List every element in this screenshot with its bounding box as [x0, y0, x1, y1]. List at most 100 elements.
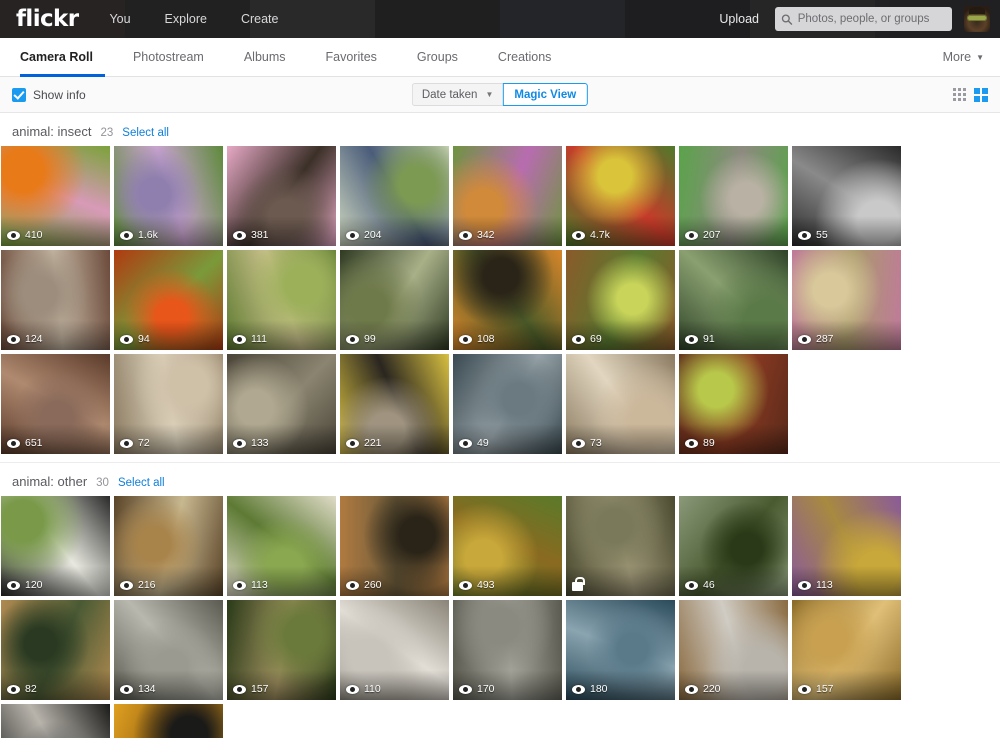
view-count-label: 91 — [703, 333, 715, 345]
photo-tile[interactable]: 111 — [227, 250, 336, 350]
view-count-label: 221 — [364, 437, 382, 449]
show-info-toggle[interactable]: Show info — [12, 87, 86, 102]
photo-tile[interactable]: 1.6k — [114, 146, 223, 246]
photo-tile[interactable]: 99 — [340, 250, 449, 350]
photo-tile[interactable]: 82 — [1, 600, 110, 700]
photo-tile[interactable]: 342 — [453, 146, 562, 246]
photo-tile[interactable]: 73 — [566, 354, 675, 454]
eye-icon — [7, 230, 20, 240]
tab-favorites[interactable]: Favorites — [306, 38, 397, 76]
view-count-badge: 72 — [120, 437, 150, 449]
view-count-label: 342 — [477, 229, 495, 241]
section-title: animal: insect — [12, 124, 92, 139]
nav-explore[interactable]: Explore — [148, 0, 224, 38]
eye-icon — [120, 580, 133, 590]
photo-tile[interactable]: 49 — [453, 354, 562, 454]
view-count-badge: 91 — [685, 333, 715, 345]
grid-large-icon[interactable] — [974, 87, 988, 102]
view-count-badge: 49 — [459, 437, 489, 449]
nav-create[interactable]: Create — [224, 0, 296, 38]
photo-tile[interactable]: 134 — [114, 600, 223, 700]
view-count-label: 72 — [138, 437, 150, 449]
view-count-badge: 157 — [233, 683, 269, 695]
photo-tile[interactable]: 124 — [1, 250, 110, 350]
camera-roll-content: animal: insect 23 Select all 410 1.6k 381 204 3… — [0, 113, 1000, 738]
photo-tile[interactable]: 170 — [453, 600, 562, 700]
grid-small-icon[interactable] — [953, 88, 966, 101]
view-count-label: 134 — [138, 683, 156, 695]
view-count-label: 113 — [816, 579, 833, 591]
photo-tile[interactable]: 493 — [453, 496, 562, 596]
photo-tile[interactable]: 364 — [114, 704, 223, 738]
photo-tile[interactable]: 94 — [114, 250, 223, 350]
view-count-badge: 204 — [346, 229, 382, 241]
view-count-badge: 410 — [7, 229, 43, 241]
photo-tile[interactable]: 221 — [340, 354, 449, 454]
upload-button[interactable]: Upload — [703, 0, 775, 38]
photo-section: animal: insect 23 Select all 410 1.6k 381 204 3… — [0, 113, 1000, 463]
photo-tile[interactable]: 120 — [1, 496, 110, 596]
photo-tile[interactable]: 89 — [679, 354, 788, 454]
view-count-label: 73 — [590, 437, 602, 449]
select-all-link[interactable]: Select all — [118, 477, 165, 489]
view-count-label: 124 — [25, 333, 43, 345]
magic-view-button[interactable]: Magic View — [502, 83, 589, 106]
nav-you[interactable]: You — [92, 0, 147, 38]
view-count-badge: 113 — [798, 579, 833, 591]
eye-icon — [233, 334, 246, 344]
photo-tile[interactable]: 72 — [114, 354, 223, 454]
photo-tile[interactable]: 220 — [679, 600, 788, 700]
photo-tile[interactable]: 133 — [227, 354, 336, 454]
photo-tile[interactable]: 157 — [792, 600, 901, 700]
tab-creations[interactable]: Creations — [478, 38, 572, 76]
photo-tile[interactable]: 113 — [227, 496, 336, 596]
photo-tile[interactable]: 4.7k — [566, 146, 675, 246]
eye-icon — [120, 230, 133, 240]
photo-tile[interactable]: 91 — [679, 250, 788, 350]
view-count-badge: 287 — [798, 333, 834, 345]
photo-tile[interactable]: 157 — [227, 600, 336, 700]
select-all-link[interactable]: Select all — [122, 127, 169, 139]
eye-icon — [459, 230, 472, 240]
photo-tile[interactable]: 260 — [340, 496, 449, 596]
search-box[interactable] — [775, 7, 952, 31]
eye-icon — [572, 334, 585, 344]
tab-camera-roll[interactable]: Camera Roll — [16, 38, 113, 77]
sort-dropdown[interactable]: Date taken ▼ — [411, 83, 503, 106]
tab-albums[interactable]: Albums — [224, 38, 306, 76]
photo-tile[interactable]: 106 — [1, 704, 110, 738]
photo-tile[interactable]: 110 — [340, 600, 449, 700]
avatar[interactable] — [964, 6, 990, 32]
profile-tab-bar: Camera Roll Photostream Albums Favorites… — [0, 38, 1000, 77]
show-info-checkbox[interactable] — [12, 87, 26, 102]
view-count-badge: 89 — [685, 437, 715, 449]
top-bar: flickr You Explore Create Upload — [0, 0, 1000, 38]
photo-tile[interactable]: 46 — [679, 496, 788, 596]
view-count-badge: 170 — [459, 683, 495, 695]
tab-more-button[interactable]: More ▼ — [943, 38, 984, 76]
photo-tile[interactable]: 207 — [679, 146, 788, 246]
view-count-label: 204 — [364, 229, 382, 241]
tab-groups[interactable]: Groups — [397, 38, 478, 76]
photo-tile[interactable]: 381 — [227, 146, 336, 246]
view-count-label: 170 — [477, 683, 495, 695]
photo-tile[interactable] — [566, 496, 675, 596]
photo-tile[interactable]: 55 — [792, 146, 901, 246]
photo-tile[interactable]: 216 — [114, 496, 223, 596]
photo-tile[interactable]: 204 — [340, 146, 449, 246]
eye-icon — [798, 334, 811, 344]
chevron-down-icon: ▼ — [485, 90, 494, 99]
view-count-badge: 157 — [798, 683, 834, 695]
flickr-logo[interactable]: flickr — [0, 0, 92, 38]
photo-tile[interactable]: 287 — [792, 250, 901, 350]
photo-tile[interactable]: 108 — [453, 250, 562, 350]
photo-tile[interactable]: 651 — [1, 354, 110, 454]
tab-photostream[interactable]: Photostream — [113, 38, 224, 76]
search-input[interactable] — [797, 13, 946, 25]
eye-icon — [120, 334, 133, 344]
photo-tile[interactable]: 180 — [566, 600, 675, 700]
eye-icon — [798, 684, 811, 694]
photo-tile[interactable]: 410 — [1, 146, 110, 246]
photo-tile[interactable]: 113 — [792, 496, 901, 596]
photo-tile[interactable]: 69 — [566, 250, 675, 350]
